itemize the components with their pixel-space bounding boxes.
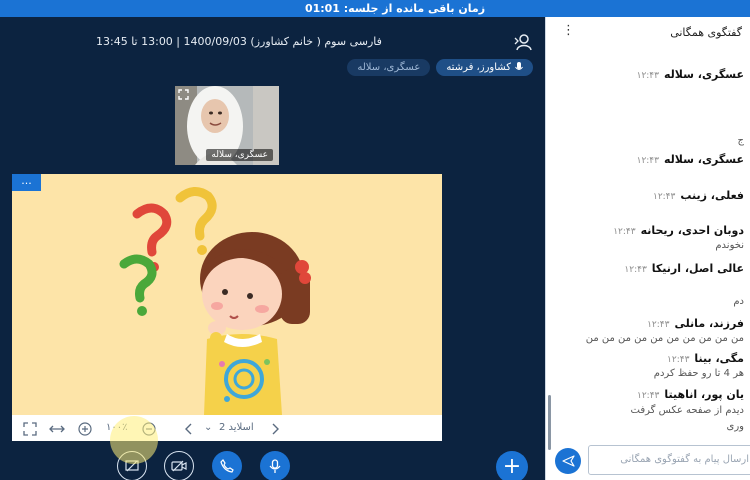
plus-button[interactable]: + (496, 451, 528, 480)
slide-select[interactable]: اسلاید 2 (219, 422, 254, 433)
slide-illustration (119, 187, 311, 415)
chat-sender: عسگری، سلاله (663, 68, 744, 81)
chat-message: فرزند، مانلی ۱۲:۴۳ (647, 317, 744, 330)
talking-pill-label: عسگری، سلاله (357, 62, 421, 73)
webcam-name: عسگری، سلاله (206, 149, 273, 161)
fullscreen-icon[interactable] (23, 422, 37, 436)
chat-message: یان پور، اناهیتا ۱۲:۴۳ (637, 388, 744, 401)
chat-sender: دوبان احدی، ریحانه (640, 224, 744, 237)
chat-message: عالی اصل، ارنیکا ۱۲:۴۳ (624, 262, 744, 275)
chat-time: ۱۲:۴۳ (637, 391, 660, 401)
chat-time: ۱۲:۴۳ (647, 320, 670, 330)
chat-text: من من من من من من من من من من (585, 333, 744, 344)
talking-pill-muted[interactable]: عسگری، سلاله (347, 59, 431, 76)
talking-pill-label: کشاورز، فرشته (446, 62, 511, 73)
leave-audio-button[interactable] (212, 451, 242, 480)
chat-input[interactable]: ارسال پیام به گفتوگوی همگانی (588, 445, 750, 475)
send-button[interactable] (555, 448, 581, 474)
chat-sender: مگی، بینا (694, 352, 744, 365)
meeting-header: فارسی سوم ( خانم کشاورز) 1400/09/03 | 13… (0, 32, 545, 52)
send-icon (561, 455, 575, 467)
camera-off-icon (171, 460, 187, 472)
action-bar: + (0, 451, 545, 480)
microphone-button[interactable] (260, 451, 290, 480)
chat-sender: فرزند، مانلی (674, 317, 744, 330)
chat-sender: فعلی، زینب (680, 189, 744, 202)
webcam-video[interactable]: عسگری، سلاله (175, 86, 279, 165)
chat-header: ⋮ گفتگوی همگانی (551, 17, 750, 49)
chat-sender: عسگری، سلاله (663, 153, 744, 166)
fit-width-icon[interactable] (49, 422, 65, 436)
chat-text: دیدم از صفحه عکس گرفت (630, 405, 744, 416)
talking-indicators: کشاورز، فرشته عسگری، سلاله (347, 59, 533, 76)
chat-time: ۱۲:۴۳ (613, 227, 636, 237)
microphone-icon (269, 458, 281, 473)
meeting-title: فارسی سوم ( خانم کشاورز) 1400/09/03 | 13… (96, 35, 382, 48)
zoom-in-icon[interactable] (78, 422, 92, 436)
expand-icon[interactable] (178, 89, 189, 100)
cursor-highlight (110, 416, 158, 464)
slide-menu-button[interactable]: ... (12, 174, 41, 191)
chat-text: دم (733, 296, 744, 307)
chat-text: نخوندم (715, 240, 744, 251)
chat-time: ۱۲:۴۳ (652, 192, 676, 202)
chat-time: ۱۲:۴۳ (636, 156, 659, 166)
talking-pill-active[interactable]: کشاورز، فرشته (436, 59, 533, 76)
chat-compose: ارسال پیام به گفتوگوی همگانی (551, 443, 750, 480)
phone-icon (220, 459, 234, 473)
slide-toolbar: ۱۰۰٪ ⌄ اسلاید 2 (12, 417, 442, 441)
chat-text: ج (737, 135, 744, 146)
chat-time: ۱۲:۴۳ (624, 265, 647, 275)
user-icon[interactable] (513, 33, 533, 51)
chat-time: ۱۲:۴۳ (667, 355, 690, 365)
next-slide-icon[interactable] (184, 422, 194, 436)
chat-sender: یان پور، اناهیتا (664, 388, 744, 401)
chat-text: هر 4 تا رو حفظ کردم (653, 368, 744, 379)
slide-panel: ... ⌄ اسلاید 2 (12, 174, 442, 441)
chat-text: وری (726, 421, 745, 432)
mic-icon (515, 62, 523, 70)
chat-title: گفتگوی همگانی (670, 26, 742, 39)
chat-panel: ⋮ گفتگوی همگانی عسگری، سلاله ۱۲:۴۳ ج عسگ… (551, 17, 750, 480)
slide-chevron-icon[interactable]: ⌄ (204, 422, 212, 433)
chat-message: عسگری، سلاله ۱۲:۴۳ (637, 68, 744, 81)
chat-message: مگی، بینا ۱۲:۴۳ (667, 352, 744, 365)
chat-sender: عالی اصل، ارنیکا (651, 262, 744, 275)
chat-time: ۱۲:۴۳ (636, 71, 659, 81)
presentation-area: فارسی سوم ( خانم کشاورز) 1400/09/03 | 13… (0, 17, 545, 480)
chat-messages: عسگری، سلاله ۱۲:۴۳ ج عسگری، سلاله ۱۲:۴۳ … (551, 49, 750, 444)
camera-off-button[interactable] (164, 451, 194, 480)
chat-message: فعلی، زینب ۱۲:۴۳ (653, 189, 744, 202)
more-icon[interactable]: ⋮ (562, 23, 575, 38)
chat-message: دوبان احدی، ریحانه ۱۲:۴۳ (613, 224, 744, 237)
prev-slide-icon[interactable] (270, 422, 280, 436)
slide-image (12, 174, 442, 415)
session-timer-bar: زمان باقی مانده از جلسه: 01:01 (0, 0, 750, 17)
plus-icon: + (502, 454, 522, 479)
session-timer-text: زمان باقی مانده از جلسه: 01:01 (304, 2, 486, 15)
chat-message: عسگری، سلاله ۱۲:۴۳ (637, 153, 744, 166)
